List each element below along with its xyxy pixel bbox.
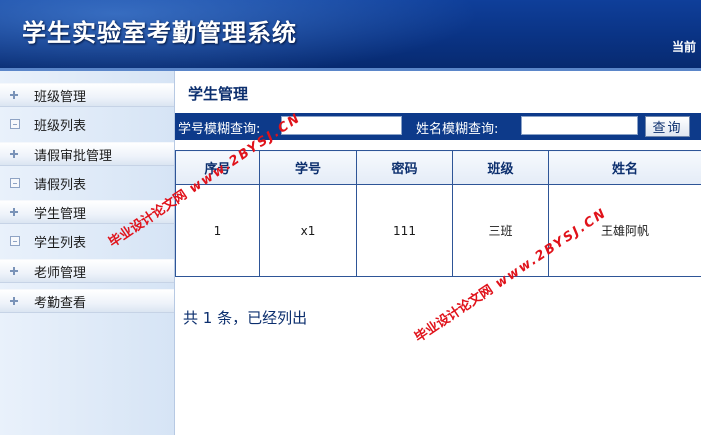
table-summary: 共 1 条，已经列出 xyxy=(183,309,308,327)
sidebar-item-label: 班级管理 xyxy=(34,89,87,105)
cell-index: 1 xyxy=(175,184,260,277)
table-header-row: 序号 学号 密码 班级 姓名 xyxy=(175,150,701,185)
sidebar-item-student-list[interactable]: 学生列表 xyxy=(0,229,174,253)
cell-student-id: x1 xyxy=(259,184,357,277)
plus-icon xyxy=(8,206,20,218)
sidebar-item-label: 学生列表 xyxy=(34,235,87,251)
sidebar-item-label: 请假列表 xyxy=(34,177,87,193)
sidebar-item-leave-list[interactable]: 请假列表 xyxy=(0,171,174,195)
sidebar-item-student-management[interactable]: 学生管理 xyxy=(0,200,174,224)
search-bar: 学号模糊查询: 姓名模糊查询: 查询 xyxy=(175,113,701,140)
column-header-index: 序号 xyxy=(175,150,260,185)
app-title: 学生实验室考勤管理系统 xyxy=(22,19,297,47)
sidebar-item-teacher-management[interactable]: 老师管理 xyxy=(0,259,174,283)
sidebar-item-leave-approval[interactable]: 请假审批管理 xyxy=(0,142,174,166)
column-header-class: 班级 xyxy=(452,150,549,185)
plus-icon xyxy=(8,295,20,307)
document-icon xyxy=(10,119,20,129)
cell-class: 三班 xyxy=(452,184,549,277)
column-header-student-id: 学号 xyxy=(259,150,357,185)
sidebar: 班级管理 班级列表 请假审批管理 请假列表 学生管理 学生列表 老师管理 考勤查… xyxy=(0,71,175,435)
plus-icon xyxy=(8,265,20,277)
sidebar-item-label: 老师管理 xyxy=(34,265,87,281)
sidebar-item-label: 学生管理 xyxy=(34,206,87,222)
plus-icon xyxy=(8,89,20,101)
main-content: 学生管理 学号模糊查询: 姓名模糊查询: 查询 序号 学号 密码 班级 姓名 1… xyxy=(175,71,701,435)
sidebar-item-label: 请假审批管理 xyxy=(34,148,113,164)
sidebar-item-attendance-view[interactable]: 考勤查看 xyxy=(0,289,174,313)
cell-name: 王雄阿帆 xyxy=(548,184,701,277)
page-title: 学生管理 xyxy=(188,85,249,103)
search-button[interactable]: 查询 xyxy=(645,116,690,137)
cell-password: 111 xyxy=(356,184,453,277)
name-search-input[interactable] xyxy=(521,116,638,135)
document-icon xyxy=(10,236,20,246)
sidebar-item-label: 考勤查看 xyxy=(34,295,87,311)
student-table: 序号 学号 密码 班级 姓名 1 x1 111 三班 王雄阿帆 xyxy=(175,150,701,277)
column-header-password: 密码 xyxy=(356,150,453,185)
app-header: 学生实验室考勤管理系统 当前 xyxy=(0,0,701,68)
table-row[interactable]: 1 x1 111 三班 王雄阿帆 xyxy=(175,184,701,277)
student-id-search-input[interactable] xyxy=(281,116,402,135)
sidebar-item-label: 班级列表 xyxy=(34,118,87,134)
sidebar-item-class-management[interactable]: 班级管理 xyxy=(0,83,174,107)
current-user-label: 当前 xyxy=(672,40,697,54)
document-icon xyxy=(10,178,20,188)
plus-icon xyxy=(8,148,20,160)
sidebar-item-class-list[interactable]: 班级列表 xyxy=(0,112,174,136)
column-header-name: 姓名 xyxy=(548,150,701,185)
student-id-search-label: 学号模糊查询: xyxy=(178,122,261,137)
name-search-label: 姓名模糊查询: xyxy=(416,122,499,137)
